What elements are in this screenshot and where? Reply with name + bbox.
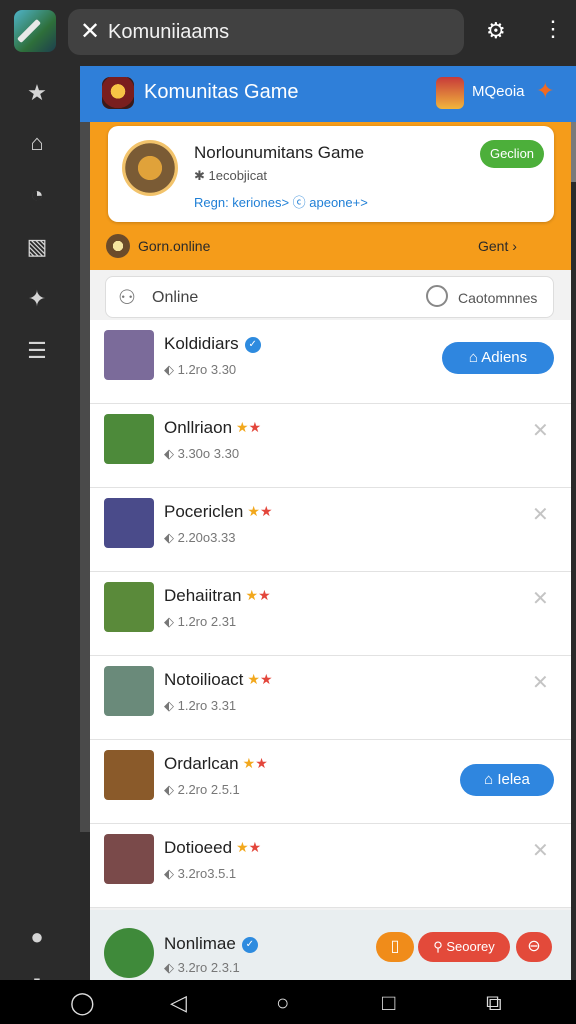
- rotate-icon[interactable]: ⧉: [486, 990, 502, 1016]
- avatar: [104, 666, 154, 716]
- close-icon[interactable]: ✕: [532, 586, 549, 611]
- player-meta: ⬖ 2.2ro 2.5.1: [164, 782, 240, 797]
- player-meta: ⬖ 1.2ro 2.31: [164, 614, 237, 629]
- game-logo-icon: [102, 77, 134, 109]
- app-header: Komunitas Game MQeoia ✦: [80, 66, 576, 122]
- list-item[interactable]: Notoilioact ★★ ⬖ 1.2ro 3.31 ✕: [90, 656, 571, 740]
- close-icon[interactable]: ✕: [80, 19, 100, 45]
- close-icon[interactable]: ✕: [532, 502, 549, 527]
- add-button[interactable]: ⌂ Adiens: [442, 342, 554, 374]
- player-name: Nonlimae ✓: [164, 934, 258, 954]
- player-meta: ⬖ 3.2ro 2.3.1: [164, 960, 240, 975]
- player-name: Koldidiars ✓: [164, 334, 261, 354]
- verified-icon: ✓: [241, 937, 258, 953]
- community-title: Norlounumitans Game: [194, 143, 365, 162]
- avatar: [104, 498, 154, 548]
- star-icon[interactable]: ★: [22, 78, 52, 108]
- invite-button[interactable]: ⌂ Ielea: [460, 764, 554, 796]
- more-menu-icon[interactable]: ⋮: [542, 16, 564, 42]
- close-icon[interactable]: ✕: [532, 838, 549, 863]
- list-item[interactable]: Onllriaon ★★ ⬖ 3.30o 3.30 ✕: [90, 404, 571, 488]
- app-icon[interactable]: [14, 10, 56, 52]
- system-nav-bar: ◯ ◁ ○ □ ⧉: [0, 980, 576, 1024]
- filter-right[interactable]: Caotomnnes: [458, 290, 537, 306]
- clock-icon: [426, 285, 448, 307]
- compass-icon[interactable]: ◔: [22, 180, 52, 210]
- star-icon: ★★: [236, 839, 262, 855]
- list-icon[interactable]: ☰: [22, 336, 52, 366]
- list-item[interactable]: Koldidiars ✓ ⬖ 1.2ro 3.30 ⌂ Adiens: [90, 320, 571, 404]
- user-icon: ⚇: [118, 287, 136, 309]
- player-meta: ⬖ 1.2ro 3.31: [164, 698, 237, 713]
- list-item[interactable]: Dehaiitran ★★ ⬖ 1.2ro 2.31 ✕: [90, 572, 571, 656]
- list-item[interactable]: Ordarlcan ★★ ⬖ 2.2ro 2.5.1 ⌂ Ielea: [90, 740, 571, 824]
- star-icon: ★★: [245, 587, 271, 603]
- community-links[interactable]: Regn: keriones> ⓒ apeone+>: [194, 192, 368, 211]
- player-meta: ⬖ 1.2ro 3.30: [164, 362, 237, 377]
- image-icon[interactable]: ▧: [22, 232, 52, 262]
- list-item[interactable]: Dotioeed ★★ ⬖ 3.2ro3.5.1 ✕: [90, 824, 571, 908]
- people-icon[interactable]: ●: [22, 922, 52, 952]
- player-meta: ⬖ 3.2ro3.5.1: [164, 866, 237, 881]
- community-card[interactable]: Norlounumitans Game ✱ 1ecobjicat Regn: k…: [108, 126, 554, 222]
- close-icon[interactable]: ✕: [532, 670, 549, 695]
- player-name: Notoilioact ★★: [164, 670, 273, 689]
- sidebar: ★ ⌂ ◔ ▧ ✦ ☰ ● ▪: [0, 66, 80, 993]
- online-right-link[interactable]: Gent ›: [478, 238, 517, 254]
- list-item[interactable]: Pocericlen ★★ ⬖ 2.20o3.33 ✕: [90, 488, 571, 572]
- avatar: [104, 582, 154, 632]
- player-name: Dehaiitran ★★: [164, 586, 271, 605]
- user-name[interactable]: MQeoia: [472, 83, 525, 100]
- community-subtitle: ✱ 1ecobjicat: [194, 168, 268, 183]
- side-divider: [80, 122, 90, 832]
- join-button[interactable]: Geclion: [480, 140, 544, 168]
- player-name: Ordarlcan ★★: [164, 754, 268, 773]
- player-name: Dotioeed ★★: [164, 838, 262, 857]
- page-title: Komunitas Game: [144, 81, 299, 103]
- user-badge-icon[interactable]: [436, 77, 464, 109]
- player-name: Pocericlen ★★: [164, 502, 273, 521]
- top-bar: ✕ Komuniiaams ⚙ ⋮: [0, 0, 576, 66]
- close-icon[interactable]: ✕: [532, 418, 549, 443]
- star-icon: ★★: [247, 503, 273, 519]
- game-online-icon: [106, 234, 130, 258]
- star-icon: ★★: [247, 671, 273, 687]
- avatar: [104, 330, 154, 380]
- player-meta: ⬖ 2.20o3.33: [164, 530, 236, 545]
- avatar: [104, 414, 154, 464]
- title-pill[interactable]: ✕ Komuniiaams: [68, 9, 464, 55]
- avatar: [104, 834, 154, 884]
- player-name: Onllriaon ★★: [164, 418, 262, 437]
- filter-online[interactable]: Online: [152, 289, 198, 307]
- back-icon[interactable]: ◁: [170, 990, 187, 1016]
- window-title: Komuniiaams: [108, 21, 230, 43]
- avatar: [104, 928, 154, 978]
- search-button[interactable]: ⚲ Seoorey: [418, 932, 510, 962]
- star-icon: ★★: [236, 419, 262, 435]
- home-icon[interactable]: ⌂: [22, 128, 52, 158]
- flame-icon[interactable]: ✦: [536, 78, 554, 104]
- player-meta: ⬖ 3.30o 3.30: [164, 446, 240, 461]
- online-label[interactable]: Gorn.online: [138, 238, 210, 254]
- settings-icon[interactable]: ⚙: [486, 18, 506, 44]
- home-icon[interactable]: ○: [276, 990, 289, 1016]
- list-item[interactable]: Nonlimae ✓ ⬖ 3.2ro 2.3.1 ▯ ⚲ Seoorey ⊖: [90, 910, 571, 980]
- verified-icon: ✓: [244, 337, 261, 353]
- star-icon: ★★: [242, 755, 268, 771]
- remove-button[interactable]: ⊖: [516, 932, 552, 962]
- filter-bar[interactable]: ⚇ Online Caotomnnes: [105, 276, 554, 318]
- bookmark-button[interactable]: ▯: [376, 932, 414, 962]
- community-avatar: [122, 140, 178, 196]
- pin-icon[interactable]: ✦: [22, 284, 52, 314]
- avatar: [104, 750, 154, 800]
- recents-icon[interactable]: □: [382, 990, 395, 1016]
- scrollbar[interactable]: [571, 122, 576, 182]
- circle-icon[interactable]: ◯: [70, 990, 95, 1016]
